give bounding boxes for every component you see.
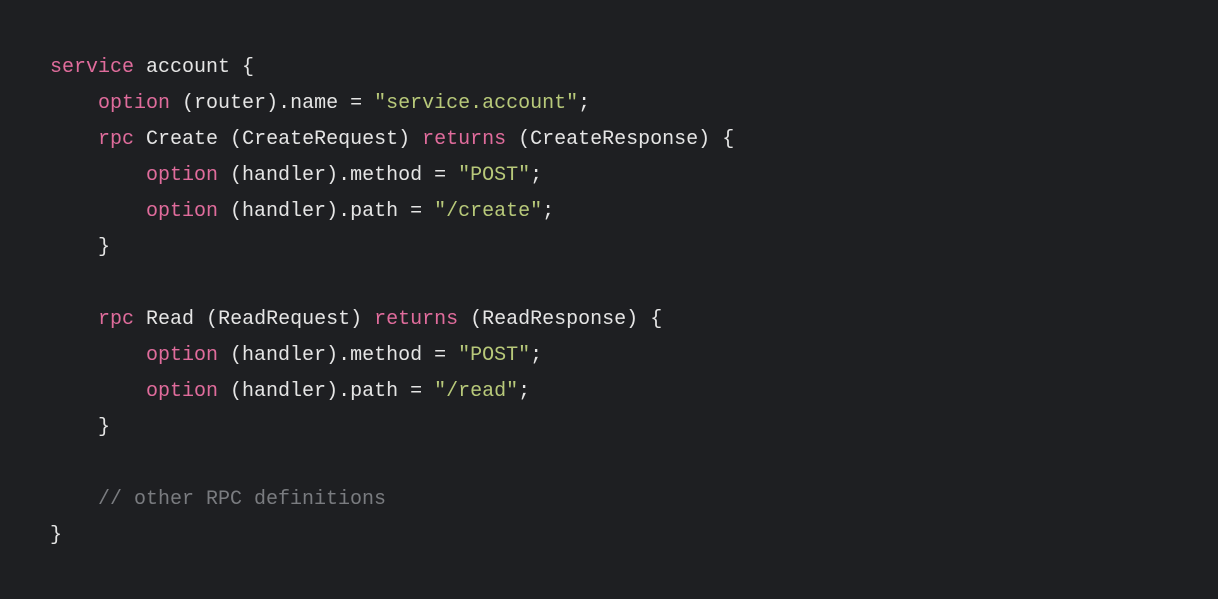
comment: // other RPC definitions bbox=[98, 488, 386, 511]
property: method bbox=[350, 164, 422, 187]
paren-close: ) bbox=[326, 344, 338, 367]
request-type: CreateRequest bbox=[242, 128, 398, 151]
response-type: CreateResponse bbox=[530, 128, 698, 151]
dot: . bbox=[278, 92, 290, 115]
paren-close: ) bbox=[326, 380, 338, 403]
dot: . bbox=[338, 164, 350, 187]
keyword-rpc: rpc bbox=[98, 128, 134, 151]
code-line-5: option (handler).path = "/create"; bbox=[50, 200, 554, 223]
code-block: service account { option (router).name =… bbox=[50, 50, 1168, 554]
paren-open: ( bbox=[218, 200, 242, 223]
brace-open: { bbox=[650, 308, 662, 331]
keyword-option: option bbox=[146, 344, 218, 367]
string-value: "/create" bbox=[434, 200, 542, 223]
service-name: account bbox=[146, 56, 230, 79]
string-value: "POST" bbox=[458, 164, 530, 187]
code-line-13: // other RPC definitions bbox=[50, 488, 386, 511]
rpc-name: Read bbox=[134, 308, 206, 331]
paren-open: ( bbox=[218, 164, 242, 187]
property: method bbox=[350, 344, 422, 367]
property: path bbox=[350, 200, 398, 223]
keyword-option: option bbox=[146, 380, 218, 403]
equals: = bbox=[398, 200, 434, 223]
code-line-3: rpc Create (CreateRequest) returns (Crea… bbox=[50, 128, 734, 151]
paren-open: ( bbox=[458, 308, 482, 331]
paren-close: ) bbox=[626, 308, 650, 331]
paren-open: ( bbox=[230, 128, 242, 151]
string-value: "POST" bbox=[458, 344, 530, 367]
code-line-14: } bbox=[50, 524, 62, 547]
paren-close: ) bbox=[326, 200, 338, 223]
dot: . bbox=[338, 344, 350, 367]
brace-close: } bbox=[98, 236, 110, 259]
option-name: handler bbox=[242, 380, 326, 403]
string-value: "service.account" bbox=[374, 92, 578, 115]
semicolon: ; bbox=[530, 164, 542, 187]
paren-close: ) bbox=[698, 128, 722, 151]
semicolon: ; bbox=[542, 200, 554, 223]
brace-open: { bbox=[230, 56, 254, 79]
brace-close: } bbox=[98, 416, 110, 439]
code-line-10: option (handler).path = "/read"; bbox=[50, 380, 530, 403]
keyword-returns: returns bbox=[374, 308, 458, 331]
dot: . bbox=[338, 380, 350, 403]
keyword-option: option bbox=[146, 200, 218, 223]
response-type: ReadResponse bbox=[482, 308, 626, 331]
rpc-name: Create bbox=[134, 128, 230, 151]
keyword-rpc: rpc bbox=[98, 308, 134, 331]
keyword-returns: returns bbox=[422, 128, 506, 151]
code-line-4: option (handler).method = "POST"; bbox=[50, 164, 542, 187]
option-name: router bbox=[194, 92, 266, 115]
code-line-9: option (handler).method = "POST"; bbox=[50, 344, 542, 367]
paren-close: ) bbox=[266, 92, 278, 115]
paren-open: ( bbox=[170, 92, 194, 115]
equals: = bbox=[398, 380, 434, 403]
option-name: handler bbox=[242, 164, 326, 187]
code-line-11: } bbox=[50, 416, 110, 439]
equals: = bbox=[338, 92, 374, 115]
code-line-1: service account { bbox=[50, 56, 254, 79]
code-line-2: option (router).name = "service.account"… bbox=[50, 92, 590, 115]
property: path bbox=[350, 380, 398, 403]
equals: = bbox=[422, 344, 458, 367]
keyword-option: option bbox=[146, 164, 218, 187]
semicolon: ; bbox=[518, 380, 530, 403]
brace-open: { bbox=[722, 128, 734, 151]
semicolon: ; bbox=[578, 92, 590, 115]
code-line-8: rpc Read (ReadRequest) returns (ReadResp… bbox=[50, 308, 662, 331]
paren-close: ) bbox=[350, 308, 374, 331]
request-type: ReadRequest bbox=[218, 308, 350, 331]
keyword-service: service bbox=[50, 56, 134, 79]
semicolon: ; bbox=[530, 344, 542, 367]
equals: = bbox=[422, 164, 458, 187]
code-line-6: } bbox=[50, 236, 110, 259]
dot: . bbox=[338, 200, 350, 223]
paren-open: ( bbox=[206, 308, 218, 331]
paren-open: ( bbox=[506, 128, 530, 151]
keyword-option: option bbox=[98, 92, 170, 115]
paren-close: ) bbox=[326, 164, 338, 187]
brace-close: } bbox=[50, 524, 62, 547]
paren-open: ( bbox=[218, 344, 242, 367]
option-name: handler bbox=[242, 200, 326, 223]
string-value: "/read" bbox=[434, 380, 518, 403]
paren-open: ( bbox=[218, 380, 242, 403]
paren-close: ) bbox=[398, 128, 422, 151]
option-name: handler bbox=[242, 344, 326, 367]
property: name bbox=[290, 92, 338, 115]
